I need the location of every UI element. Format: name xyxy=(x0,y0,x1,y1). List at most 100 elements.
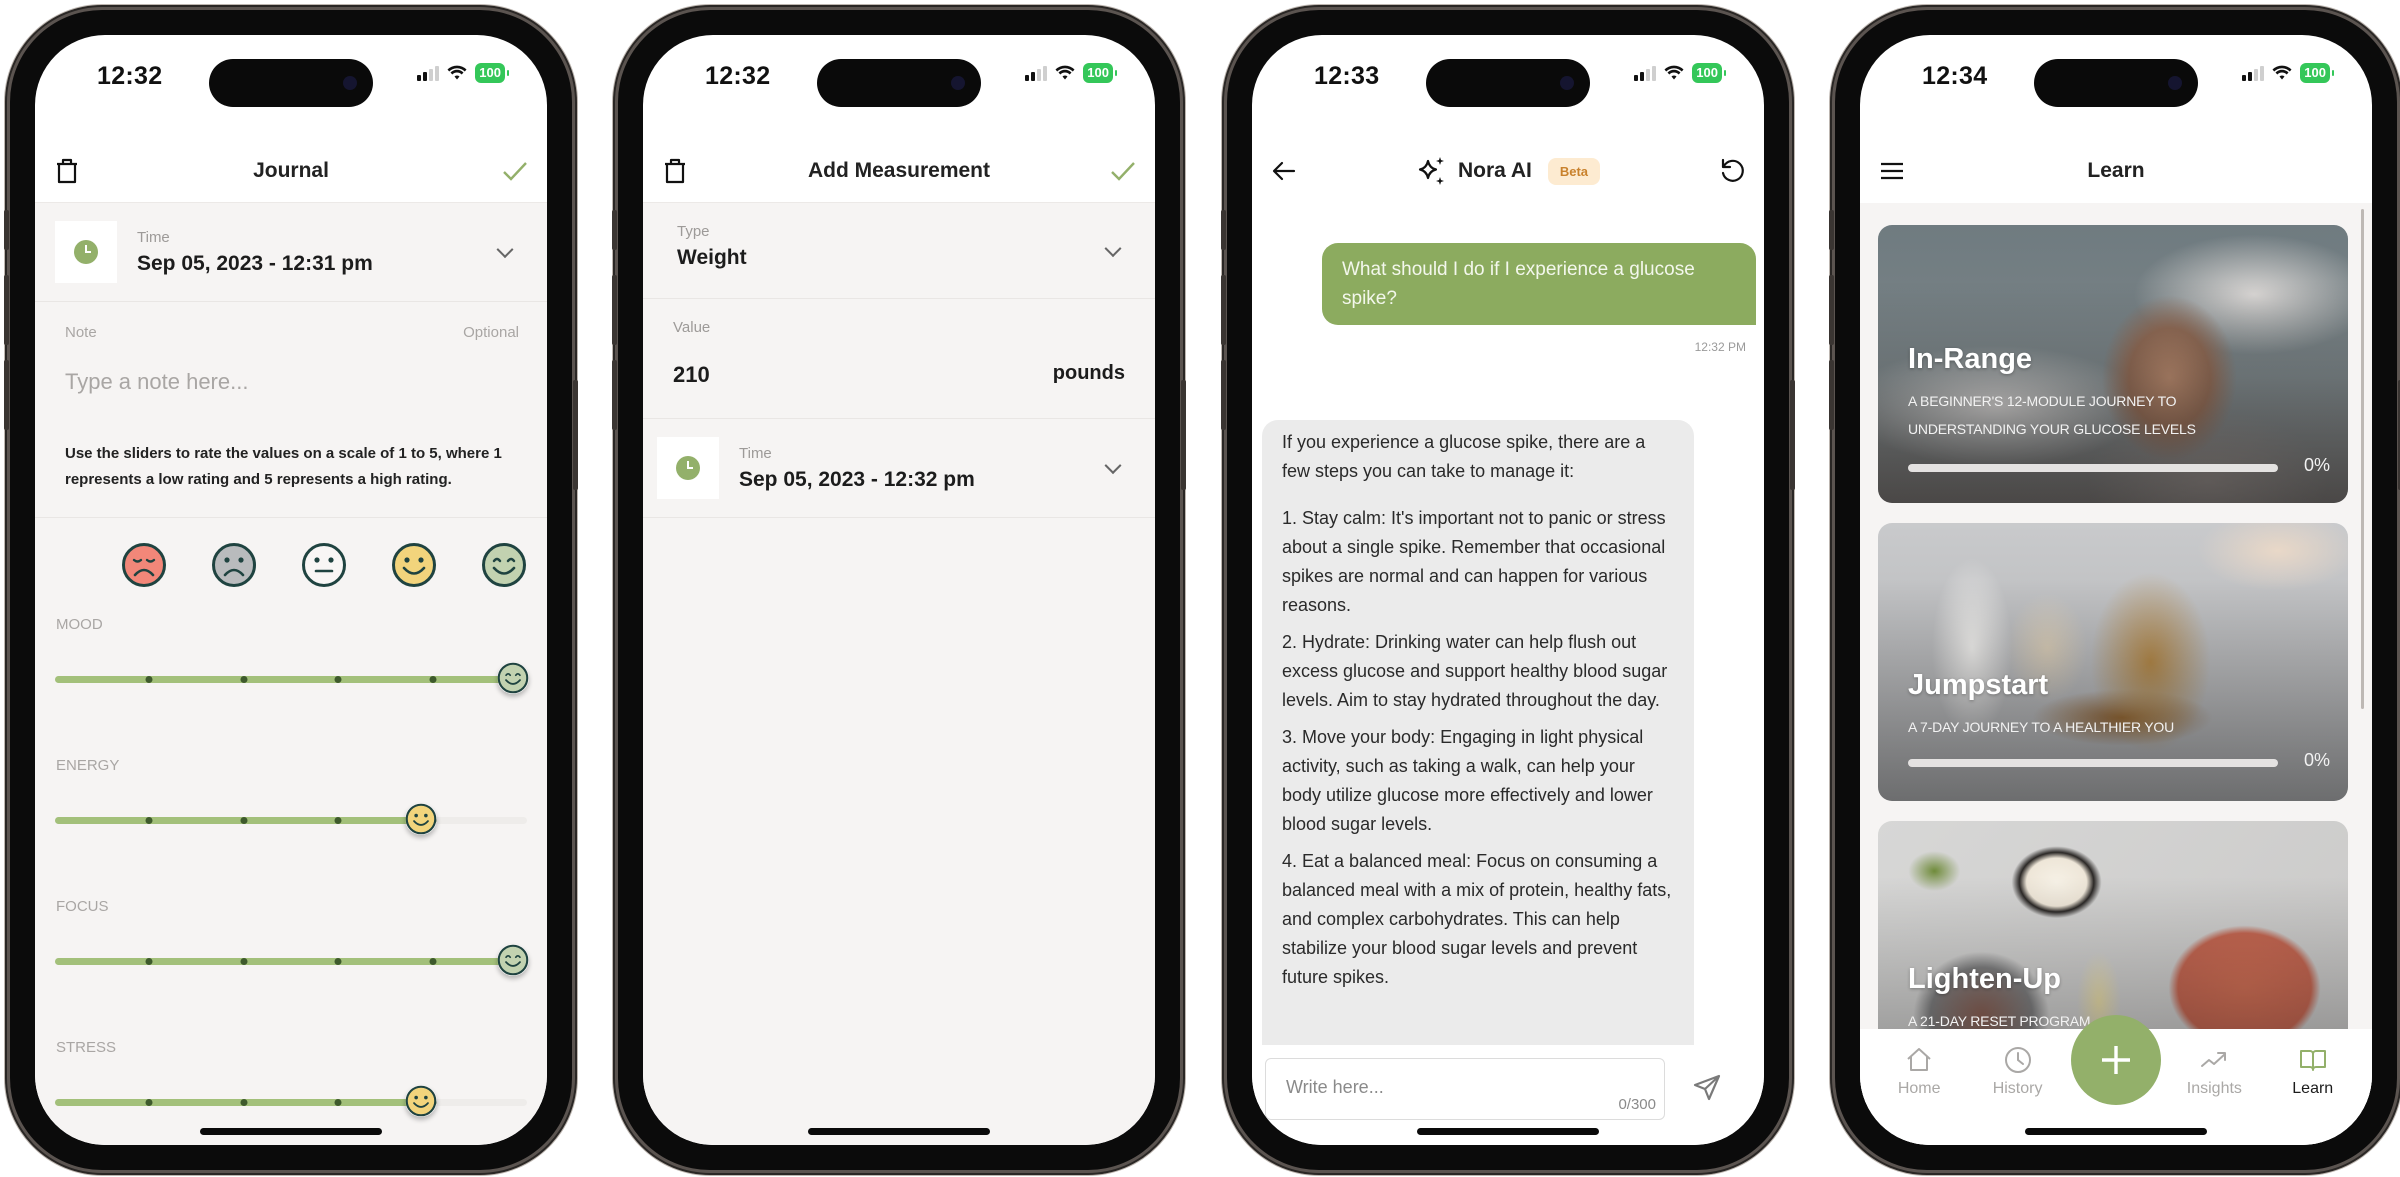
time-picker[interactable]: Time Sep 05, 2023 - 12:32 pm xyxy=(643,419,1155,518)
back-button[interactable] xyxy=(1268,155,1300,187)
side-button xyxy=(1221,210,1226,250)
slider-stress[interactable] xyxy=(55,1082,527,1122)
slider-tick xyxy=(334,1099,342,1106)
clock-icon xyxy=(2004,1047,2031,1073)
slider-tick xyxy=(145,1099,153,1106)
slider-fill xyxy=(55,958,527,965)
slider-tick xyxy=(240,676,248,683)
program-list: In-Range A BEGINNER'S 12-MODULE JOURNEY … xyxy=(1860,203,2372,1145)
value-field[interactable]: Value 210 pounds xyxy=(643,299,1155,419)
delete-button[interactable] xyxy=(51,155,83,187)
time-label: Time xyxy=(137,228,170,246)
chat-thread: What should I do if I experience a gluco… xyxy=(1252,203,1764,1145)
slider-thumb[interactable] xyxy=(405,803,437,835)
slider-energy[interactable] xyxy=(55,800,527,840)
note-input[interactable] xyxy=(65,369,519,395)
status-time: 12:32 xyxy=(705,62,771,90)
plus-icon xyxy=(2102,1046,2130,1074)
send-button[interactable] xyxy=(1689,1070,1725,1106)
refresh-icon xyxy=(1721,158,1744,182)
time-picker[interactable]: Time Sep 05, 2023 - 12:31 pm xyxy=(35,203,547,302)
cellular-signal-icon xyxy=(417,65,440,81)
save-button[interactable] xyxy=(499,155,531,187)
phone-learn: 12:34 100 Learn In-Range A BEGINNER'S 12… xyxy=(1829,10,2400,1170)
emoji-scale xyxy=(35,518,547,588)
program-card[interactable]: In-Range A BEGINNER'S 12-MODULE JOURNEY … xyxy=(1878,225,2348,503)
value-input[interactable]: 210 xyxy=(673,362,710,388)
message-input[interactable] xyxy=(1286,1077,1586,1098)
slider-label-energy: ENERGY xyxy=(56,757,120,774)
journal-screen: 12:32 100 Journal Time Sep 05, 2023 - 12… xyxy=(35,35,547,1145)
program-subtitle: A 7-DAY JOURNEY TO A HEALTHIER YOU xyxy=(1908,719,2175,735)
check-icon xyxy=(1111,162,1135,181)
neutral-face-icon xyxy=(302,543,346,587)
phone-journal: 12:32 100 Journal Time Sep 05, 2023 - 12… xyxy=(4,10,578,1170)
trash-icon xyxy=(57,158,77,184)
measurement-form: Type Weight Value 210 pounds Time Sep 05… xyxy=(643,203,1155,1145)
phone-add-measurement: 12:32 100 Add Measurement Type Weight Va… xyxy=(612,10,1186,1170)
battery-indicator: 100 xyxy=(1083,63,1117,83)
unit-label: pounds xyxy=(1052,362,1125,384)
beta-badge: Beta xyxy=(1547,157,1601,185)
chevron-down-icon xyxy=(1104,457,1122,475)
time-value: Sep 05, 2023 - 12:32 pm xyxy=(739,467,975,491)
volume-button xyxy=(4,360,9,430)
book-icon xyxy=(2299,1050,2326,1071)
add-entry-button[interactable] xyxy=(2071,1015,2161,1105)
tab-learn[interactable]: Learn xyxy=(2273,1045,2353,1145)
back-arrow-icon xyxy=(1272,161,1296,181)
home-indicator xyxy=(200,1128,382,1135)
page-title: Journal xyxy=(253,158,329,182)
volume-button xyxy=(612,275,617,345)
menu-button[interactable] xyxy=(1876,155,1908,187)
type-select[interactable]: Type Weight xyxy=(643,203,1155,299)
slider-tick xyxy=(145,676,153,683)
cellular-signal-icon xyxy=(2242,65,2265,81)
user-message: What should I do if I experience a gluco… xyxy=(1322,243,1756,325)
assistant-paragraph: 2. Hydrate: Drinking water can help flus… xyxy=(1282,632,1668,710)
assistant-message: If you experience a glucose spike, there… xyxy=(1262,420,1694,1045)
side-button xyxy=(4,210,9,250)
program-progress-bar xyxy=(1908,759,2278,767)
side-button xyxy=(1829,210,1834,250)
slider-label-mood: MOOD xyxy=(56,616,103,633)
assistant-paragraph: 3. Move your body: Engaging in light phy… xyxy=(1282,727,1653,834)
scrollbar[interactable] xyxy=(2361,209,2364,709)
slider-focus[interactable] xyxy=(55,941,529,981)
app-header: Add Measurement xyxy=(643,139,1155,203)
tab-label: Insights xyxy=(2186,1080,2242,1097)
assistant-paragraph: 4. Eat a balanced meal: Focus on consumi… xyxy=(1282,851,1672,987)
volume-button xyxy=(1221,275,1226,345)
power-button xyxy=(1790,380,1795,490)
home-indicator xyxy=(1417,1128,1599,1135)
battery-indicator: 100 xyxy=(1692,63,1726,83)
slider-tick xyxy=(429,958,437,965)
dynamic-island xyxy=(2034,59,2198,107)
volume-button xyxy=(1221,360,1226,430)
program-card[interactable]: Jumpstart A 7-DAY JOURNEY TO A HEALTHIER… xyxy=(1878,523,2348,801)
page-title: Add Measurement xyxy=(807,158,991,182)
journal-form: Time Sep 05, 2023 - 12:31 pm Note Option… xyxy=(35,203,547,1145)
clock-icon xyxy=(74,240,98,264)
power-button xyxy=(573,380,578,490)
send-icon xyxy=(1693,1074,1721,1101)
slider-thumb[interactable] xyxy=(497,944,529,976)
slider-thumb[interactable] xyxy=(405,1085,437,1117)
save-button[interactable] xyxy=(1107,155,1139,187)
rating-instructions: Use the sliders to rate the values on a … xyxy=(35,417,547,518)
home-icon xyxy=(1907,1048,1931,1071)
learn-screen: 12:34 100 Learn In-Range A BEGINNER'S 12… xyxy=(1860,35,2372,1145)
power-button xyxy=(1181,380,1186,490)
program-title: Jumpstart xyxy=(1908,669,2049,701)
value-label: Value xyxy=(673,319,711,336)
slider-mood[interactable] xyxy=(55,659,529,699)
delete-button[interactable] xyxy=(659,155,691,187)
clock-icon-box xyxy=(657,437,719,499)
status-time: 12:32 xyxy=(97,62,163,90)
dynamic-island xyxy=(817,59,981,107)
slider-thumb[interactable] xyxy=(497,662,529,694)
type-value: Weight xyxy=(677,246,747,269)
reset-chat-button[interactable] xyxy=(1716,155,1748,187)
wifi-icon xyxy=(2272,65,2292,80)
tab-home[interactable]: Home xyxy=(1879,1045,1959,1145)
